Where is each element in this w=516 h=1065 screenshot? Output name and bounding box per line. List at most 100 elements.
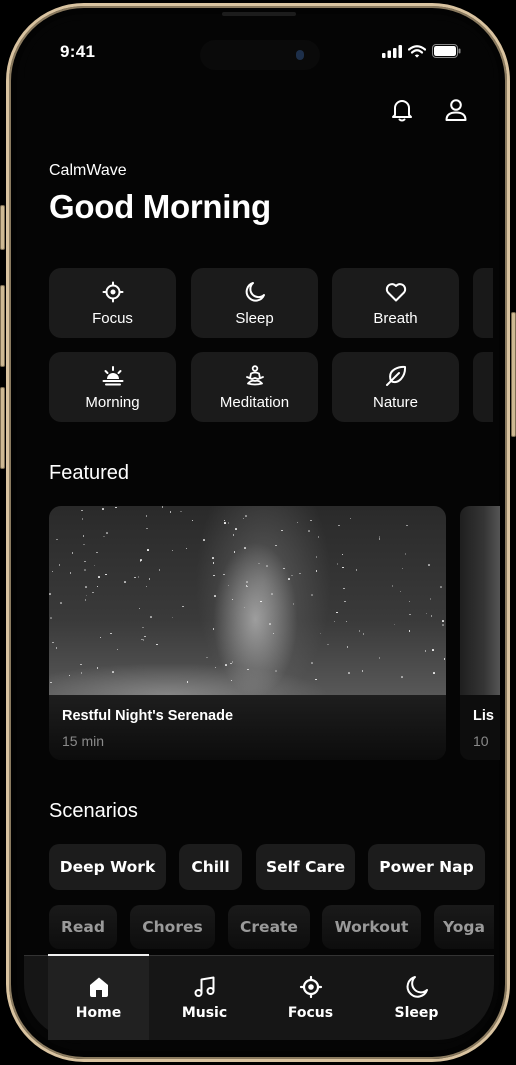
star <box>425 612 428 615</box>
star <box>84 599 87 601</box>
scenario-chip[interactable]: Yoga <box>434 905 494 949</box>
star <box>68 674 71 677</box>
star <box>391 585 394 587</box>
scenario-chip[interactable]: Chill <box>179 844 242 890</box>
star <box>124 581 126 583</box>
bottom-tab-bar: Home Music Focus Sleep <box>24 954 494 1040</box>
category-meditation[interactable]: Meditation <box>191 352 318 422</box>
star <box>50 617 52 619</box>
side-button-volume-up <box>0 285 5 367</box>
star <box>137 576 140 578</box>
camera-dot <box>296 50 304 60</box>
target-icon <box>299 975 322 999</box>
side-button-volume-down <box>0 387 5 469</box>
star <box>315 556 318 558</box>
category-next-partial[interactable] <box>473 352 493 422</box>
moon-icon <box>406 976 428 998</box>
tab-music[interactable]: Music <box>154 956 255 1040</box>
meditation-icon <box>245 364 264 385</box>
star <box>269 623 271 625</box>
bell-icon[interactable] <box>389 97 415 123</box>
star <box>115 506 117 509</box>
star <box>442 624 444 626</box>
star <box>212 557 214 559</box>
star <box>71 552 74 554</box>
star <box>171 616 174 618</box>
star <box>147 549 149 551</box>
scenario-chip[interactable]: Deep Work <box>49 844 166 890</box>
star <box>158 569 161 571</box>
star <box>145 515 148 517</box>
category-sleep[interactable]: Sleep <box>191 268 318 338</box>
category-morning[interactable]: Morning <box>49 352 176 422</box>
heart-icon <box>385 282 406 301</box>
star <box>180 510 182 513</box>
tab-home[interactable]: Home <box>48 956 149 1040</box>
page-title: Good Morning <box>49 188 271 225</box>
scenario-chip[interactable]: Create <box>228 905 310 949</box>
card-title: Lis <box>473 708 494 724</box>
star <box>227 522 230 524</box>
star <box>142 626 144 629</box>
scenario-chip[interactable]: Chores <box>130 905 215 949</box>
star <box>110 632 112 635</box>
star <box>358 630 361 632</box>
star <box>230 679 233 682</box>
star <box>171 549 174 552</box>
featured-card[interactable]: Lis 10 <box>460 506 500 760</box>
star <box>433 672 435 674</box>
category-breath[interactable]: Breath <box>332 268 459 338</box>
category-label: Morning <box>85 393 140 411</box>
star <box>246 581 248 583</box>
star <box>84 560 86 563</box>
star <box>169 511 172 513</box>
star <box>231 661 234 663</box>
card-info: Restful Night's Serenade 15 min <box>49 695 446 760</box>
scenario-chip[interactable]: Self Care <box>256 844 355 890</box>
tab-focus[interactable]: Focus <box>260 956 361 1040</box>
star <box>212 628 215 630</box>
star <box>58 564 61 566</box>
star <box>442 620 444 622</box>
star <box>145 585 148 588</box>
leaf-icon <box>385 365 406 386</box>
star <box>336 563 339 565</box>
star <box>49 593 51 595</box>
star <box>227 584 230 587</box>
star <box>246 585 248 588</box>
star <box>85 586 87 588</box>
star <box>93 564 96 567</box>
star <box>292 603 295 605</box>
star <box>80 672 83 674</box>
star <box>283 567 285 570</box>
star <box>191 519 194 522</box>
tab-sleep[interactable]: Sleep <box>366 956 467 1040</box>
tab-label: Music <box>181 1005 228 1021</box>
category-focus[interactable]: Focus <box>49 268 176 338</box>
card-image-milky-way <box>49 506 446 695</box>
star <box>52 641 54 644</box>
star <box>275 670 277 672</box>
star <box>296 521 299 523</box>
scenario-chip[interactable]: Power Nap <box>368 844 485 890</box>
scenario-chip[interactable]: Read <box>49 905 117 949</box>
category-next-partial[interactable] <box>473 268 493 338</box>
user-icon[interactable] <box>443 97 469 123</box>
scenario-chip[interactable]: Workout <box>322 905 421 949</box>
star <box>96 585 99 588</box>
star <box>409 613 411 616</box>
battery-icon <box>432 44 461 58</box>
star <box>245 515 247 517</box>
star <box>98 576 100 578</box>
featured-card[interactable]: Restful Night's Serenade 15 min <box>49 506 446 760</box>
app-brand: CalmWave <box>49 162 127 179</box>
star <box>432 649 434 651</box>
star <box>443 658 446 660</box>
scenarios-heading: Scenarios <box>49 800 138 822</box>
star <box>310 519 312 522</box>
star <box>112 671 114 673</box>
side-button-power <box>511 312 516 437</box>
category-label: Meditation <box>219 393 290 411</box>
star <box>308 530 310 532</box>
category-nature[interactable]: Nature <box>332 352 459 422</box>
